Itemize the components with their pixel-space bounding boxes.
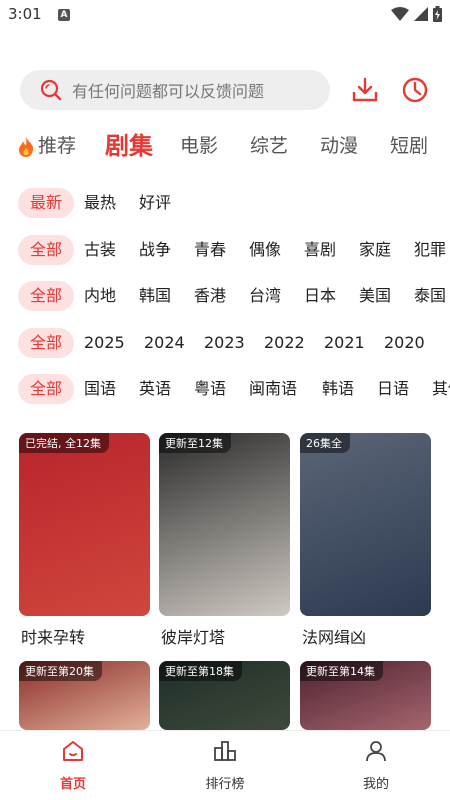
sort-filter-row: 最新 最热 好评 [0,188,450,220]
language-chip[interactable]: 国语 [84,374,116,404]
user-icon [366,741,386,762]
region-chip[interactable]: 内地 [84,281,116,311]
poster-card[interactable]: 更新至第14集 [300,661,431,730]
region-chip[interactable]: 泰国 [414,281,446,311]
wifi-icon [391,7,409,21]
search-icon [40,79,62,101]
nav-home[interactable]: 首页 [23,739,123,792]
episode-badge: 更新至12集 [159,433,231,453]
sort-hot-chip[interactable]: 最热 [84,188,116,218]
signal-icon [414,7,428,21]
genre-chip[interactable]: 青春 [194,235,226,265]
language-chip[interactable]: 其他 [432,374,450,404]
battery-icon [433,6,442,22]
genre-chip[interactable]: 犯罪 [414,235,446,265]
clock-icon[interactable] [401,76,429,104]
year-chip[interactable]: 2020 [384,328,425,358]
download-icon[interactable] [351,76,379,104]
tab-recommend[interactable]: 推荐 [16,122,76,170]
status-bar: 3:01 A [0,0,450,32]
region-chip[interactable]: 日本 [304,281,336,311]
genre-chip[interactable]: 喜剧 [304,235,336,265]
tab-short-drama[interactable]: 短剧 [390,122,428,170]
year-chip[interactable]: 2024 [144,328,185,358]
genre-chip[interactable]: 偶像 [249,235,281,265]
year-chip[interactable]: 2021 [324,328,365,358]
nav-ranking[interactable]: 排行榜 [175,739,275,792]
language-all-chip[interactable]: 全部 [18,374,74,404]
episode-badge: 26集全 [300,433,350,453]
year-all-chip[interactable]: 全部 [18,328,74,358]
ranking-icon [214,741,236,761]
language-chip[interactable]: 日语 [377,374,409,404]
category-tabs: 推荐 剧集 电影 综艺 动漫 短剧 [0,122,450,170]
nav-ranking-label: 排行榜 [205,777,245,792]
episode-badge: 更新至第20集 [19,661,102,681]
year-chip[interactable]: 2023 [204,328,245,358]
show-title[interactable]: 法网缉凶 [302,624,366,648]
region-chip[interactable]: 韩国 [139,281,171,311]
episode-badge: 更新至第14集 [300,661,383,681]
fire-icon [19,136,34,157]
tab-anime[interactable]: 动漫 [320,122,358,170]
status-icons [391,6,442,22]
genre-filter-row: 全部 古装 战争 青春 偶像 喜剧 家庭 犯罪 [0,235,450,267]
show-title[interactable]: 时来孕转 [21,624,85,648]
sort-latest-chip[interactable]: 最新 [18,188,74,218]
genre-all-chip[interactable]: 全部 [18,235,74,265]
language-chip[interactable]: 韩语 [322,374,354,404]
episode-badge: 已完结, 全12集 [19,433,109,453]
language-filter-row: 全部 国语 英语 粤语 闽南语 韩语 日语 其他 [0,374,450,406]
nav-mine[interactable]: 我的 [326,739,426,792]
status-time: 3:01 [8,5,42,23]
genre-chip[interactable]: 战争 [139,235,171,265]
poster-card[interactable]: 更新至第18集 [159,661,290,730]
poster-card[interactable]: 26集全 [300,433,431,616]
region-all-chip[interactable]: 全部 [18,281,74,311]
poster-card[interactable]: 更新至第20集 [19,661,150,730]
episode-badge: 更新至第18集 [159,661,242,681]
genre-chip[interactable]: 家庭 [359,235,391,265]
notification-icon: A [58,9,70,21]
search-box[interactable]: 有任何问题都可以反馈问题 [20,70,330,110]
language-chip[interactable]: 粤语 [194,374,226,404]
region-chip[interactable]: 香港 [194,281,226,311]
tab-recommend-label: 推荐 [38,135,77,157]
show-title[interactable]: 彼岸灯塔 [161,624,225,648]
year-filter-row: 全部 2025 2024 2023 2022 2021 2020 [0,328,450,360]
poster-card[interactable]: 更新至12集 [159,433,290,616]
nav-home-label: 首页 [59,777,86,792]
tab-movies[interactable]: 电影 [180,122,218,170]
tab-series[interactable]: 剧集 [105,122,153,170]
region-chip[interactable]: 台湾 [249,281,281,311]
year-chip[interactable]: 2025 [84,328,125,358]
poster-card[interactable]: 已完结, 全12集 [19,433,150,616]
language-chip[interactable]: 英语 [139,374,171,404]
sort-rated-chip[interactable]: 好评 [139,188,171,218]
region-filter-row: 全部 内地 韩国 香港 台湾 日本 美国 泰国 [0,281,450,313]
language-chip[interactable]: 闽南语 [249,374,297,404]
region-chip[interactable]: 美国 [359,281,391,311]
nav-mine-label: 我的 [362,777,389,792]
home-icon [63,741,83,761]
bottom-nav: 首页 排行榜 我的 [0,730,450,800]
search-placeholder: 有任何问题都可以反馈问题 [72,82,265,101]
tab-variety[interactable]: 综艺 [250,122,288,170]
genre-chip[interactable]: 古装 [84,235,116,265]
year-chip[interactable]: 2022 [264,328,305,358]
